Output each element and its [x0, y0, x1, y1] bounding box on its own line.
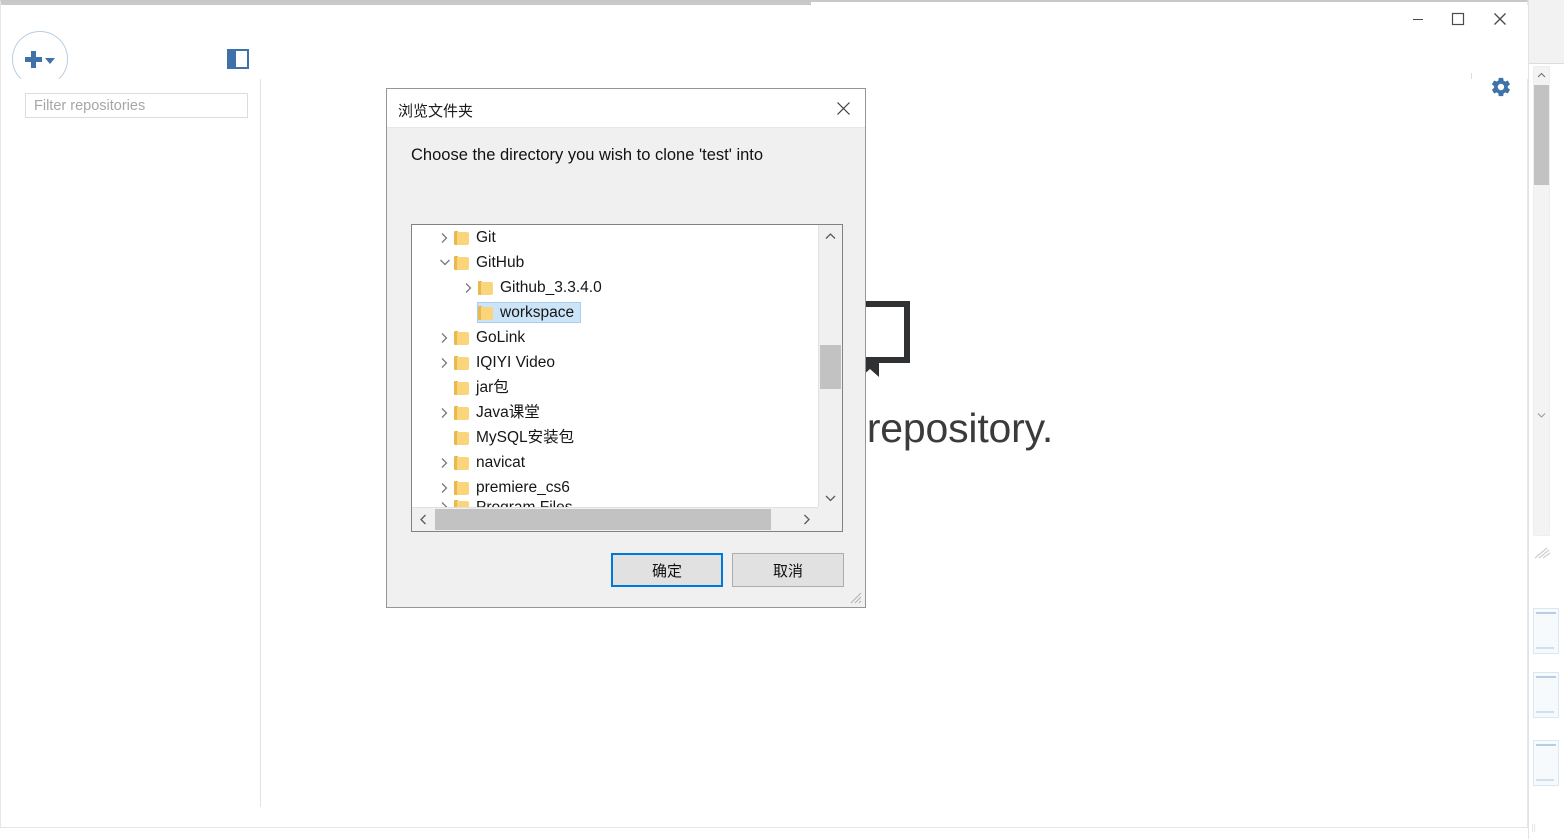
tree-row[interactable]: workspace — [412, 300, 818, 325]
background-card — [1533, 672, 1559, 718]
tree-row-label: Github_3.3.4.0 — [500, 279, 602, 296]
tree-vertical-scrollbar[interactable] — [818, 225, 842, 509]
chevron-right-icon[interactable] — [436, 325, 453, 350]
folder-icon — [454, 355, 469, 370]
folder-icon — [454, 380, 469, 395]
tree-vertical-scrollbar-thumb[interactable] — [820, 345, 841, 389]
folder-icon — [454, 255, 469, 270]
tree-row-label: premiere_cs6 — [476, 479, 570, 496]
tree-row-content[interactable]: workspace — [477, 302, 582, 323]
background-card — [1533, 608, 1559, 654]
repository-sidebar — [1, 79, 261, 807]
tree-row[interactable]: GitHub — [412, 250, 818, 275]
tree-scrollbar-corner — [818, 507, 842, 531]
tree-row-content[interactable]: IQIYI Video — [453, 352, 562, 373]
chevron-down-icon[interactable] — [819, 487, 842, 509]
filter-repositories-input[interactable] — [25, 93, 248, 118]
tree-row-label: MySQL安装包 — [476, 429, 575, 446]
close-icon[interactable] — [1478, 5, 1522, 33]
ok-button[interactable]: 确定 — [611, 553, 723, 587]
chevron-right-icon — [436, 425, 453, 450]
tree-row-label: workspace — [500, 304, 575, 321]
maximize-icon[interactable] — [1436, 5, 1480, 33]
tree-row-content[interactable]: navicat — [453, 452, 532, 473]
chevron-right-icon[interactable] — [436, 450, 453, 475]
minimize-icon[interactable] — [1396, 5, 1440, 33]
gear-icon[interactable] — [1488, 74, 1514, 100]
tree-row-content[interactable]: GoLink — [453, 327, 532, 348]
folder-icon — [454, 330, 469, 345]
folder-tree-view[interactable]: Git GitHub Github_3.3.4.0 workspace GoLink IQ… — [411, 224, 843, 532]
folder-icon — [454, 480, 469, 495]
dialog-prompt: Choose the directory you wish to clone '… — [411, 146, 764, 164]
toolbar — [1, 31, 1528, 99]
tree-row[interactable]: navicat — [412, 450, 818, 475]
tree-row[interactable]: MySQL安装包 — [412, 425, 818, 450]
tree-row[interactable]: Git — [412, 225, 818, 250]
tree-row[interactable]: premiere_cs6 — [412, 475, 818, 500]
chevron-right-icon[interactable] — [436, 475, 453, 500]
folder-icon — [478, 305, 493, 320]
folder-icon — [454, 405, 469, 420]
browse-folder-dialog: 浏览文件夹 Choose the directory you wish to c… — [386, 88, 866, 608]
tree-row-content[interactable]: Github_3.3.4.0 — [477, 277, 609, 298]
tree-row[interactable]: Github_3.3.4.0 — [412, 275, 818, 300]
background-card — [1533, 740, 1559, 786]
tree-row-label: navicat — [476, 454, 526, 471]
background-dots-icon: ⣿ — [1531, 825, 1537, 832]
chevron-down-icon — [45, 57, 55, 64]
chevron-right-icon — [460, 300, 477, 325]
tree-horizontal-scrollbar[interactable] — [412, 507, 842, 531]
sidebar-toggle-icon[interactable] — [227, 49, 249, 69]
tree-row-content[interactable]: jar包 — [453, 377, 516, 398]
tree-row-label: GitHub — [476, 254, 525, 271]
tree-row-label: Git — [476, 229, 496, 246]
dialog-title: 浏览文件夹 — [398, 103, 474, 120]
tree-row-content[interactable]: premiere_cs6 — [453, 477, 577, 498]
close-icon[interactable] — [821, 89, 865, 127]
chevron-right-icon[interactable] — [796, 508, 818, 531]
chevron-down-icon[interactable] — [436, 250, 453, 275]
chevron-right-icon[interactable] — [436, 400, 453, 425]
titlebar — [1, 5, 1528, 33]
tree-row-content[interactable]: MySQL安装包 — [453, 427, 581, 448]
tree-row[interactable]: Java课堂 — [412, 400, 818, 425]
dialog-resize-grip[interactable] — [850, 592, 863, 605]
tree-row-content[interactable]: Git — [453, 227, 503, 248]
plus-icon — [25, 50, 42, 68]
folder-icon — [454, 455, 469, 470]
chevron-up-icon[interactable] — [1534, 67, 1549, 82]
background-resize-grip[interactable] — [1533, 546, 1551, 560]
folder-icon — [478, 280, 493, 295]
tree-row-label: jar包 — [476, 379, 509, 396]
chevron-down-icon[interactable] — [1534, 407, 1549, 422]
background-window-sliver: ⣿ — [1528, 0, 1564, 839]
tree-row[interactable]: IQIYI Video — [412, 350, 818, 375]
chevron-left-icon[interactable] — [412, 508, 434, 531]
tree-row[interactable]: jar包 — [412, 375, 818, 400]
tree-horizontal-scrollbar-thumb[interactable] — [435, 509, 771, 530]
tree-row-label: GoLink — [476, 329, 526, 346]
background-scrollbar-thumb[interactable] — [1534, 85, 1549, 185]
tree-row[interactable]: GoLink — [412, 325, 818, 350]
dialog-titlebar: 浏览文件夹 — [387, 89, 865, 128]
chevron-right-icon[interactable] — [460, 275, 477, 300]
folder-icon — [454, 230, 469, 245]
folder-icon — [454, 430, 469, 445]
tree-row-content[interactable]: Java课堂 — [453, 402, 547, 423]
chevron-right-icon[interactable] — [436, 350, 453, 375]
tree-row-content[interactable]: GitHub — [453, 252, 531, 273]
tree-row-label: Java课堂 — [476, 404, 540, 421]
chevron-right-icon — [436, 375, 453, 400]
background-scrollbar[interactable] — [1533, 66, 1550, 536]
background-window-header — [1529, 0, 1564, 64]
tree-row-label: IQIYI Video — [476, 354, 555, 371]
chevron-right-icon[interactable] — [436, 225, 453, 250]
cancel-button[interactable]: 取消 — [732, 553, 844, 587]
folder-tree-rows: Git GitHub Github_3.3.4.0 workspace GoLink IQ… — [412, 225, 818, 509]
chevron-up-icon[interactable] — [819, 225, 842, 247]
